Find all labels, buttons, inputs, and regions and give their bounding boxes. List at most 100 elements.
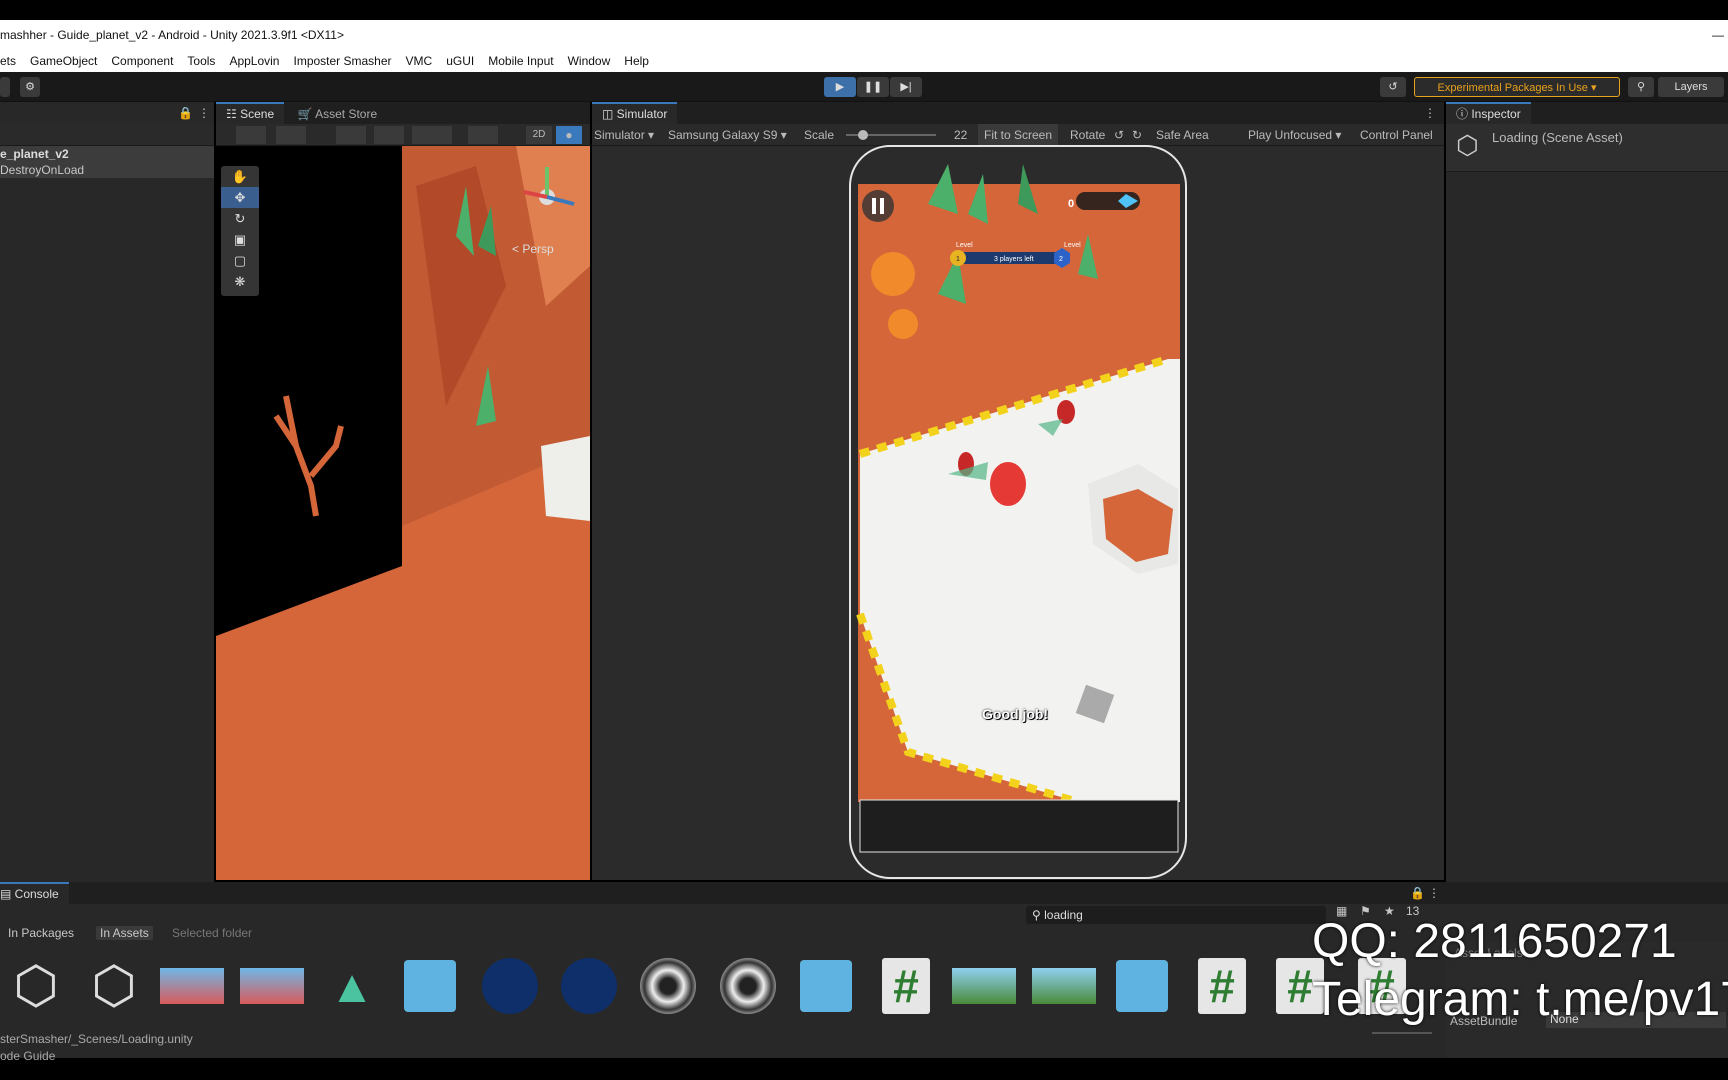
- filter-selected-folder[interactable]: Selected folder: [172, 926, 252, 940]
- transform-tool[interactable]: ❋: [221, 271, 259, 292]
- menu-component[interactable]: Component: [111, 50, 173, 72]
- draw-mode-dropdown[interactable]: [236, 126, 266, 144]
- pause-button[interactable]: ❚❚: [857, 77, 889, 97]
- lighting-icon[interactable]: ●: [556, 126, 582, 144]
- simulator-tabbar: ◫ Simulator ⋮: [592, 102, 1444, 124]
- menu-window[interactable]: Window: [568, 50, 611, 72]
- asset-path: sterSmasher/_Scenes/Loading.unity: [0, 1032, 193, 1046]
- device-screen[interactable]: [848, 144, 1188, 880]
- image-asset-thumb[interactable]: [952, 954, 1016, 1018]
- rotate-left-icon[interactable]: ↺: [1114, 124, 1124, 146]
- watermark-telegram: Telegram: t.me/pv17: [1312, 973, 1728, 1026]
- hierarchy-scene-item[interactable]: e_planet_v2: [0, 146, 214, 162]
- rotate-tool[interactable]: ↻: [221, 208, 259, 229]
- rotate-label: Rotate: [1070, 128, 1106, 142]
- lock-icon[interactable]: 🔒: [178, 102, 193, 124]
- fit-to-screen-button[interactable]: Fit to Screen: [978, 124, 1059, 146]
- minimize-icon[interactable]: —: [1712, 20, 1724, 50]
- safe-area-toggle[interactable]: Safe Area: [1156, 124, 1209, 146]
- animation-asset-thumb[interactable]: ▲: [320, 954, 384, 1018]
- menu-applovin[interactable]: AppLovin: [229, 50, 279, 72]
- tab-inspector[interactable]: ⓘ Inspector: [1446, 102, 1531, 124]
- prefab-cube-icon: [404, 960, 456, 1012]
- persp-label[interactable]: < Persp: [512, 242, 554, 256]
- kebab-menu-icon[interactable]: ⋮: [1424, 102, 1436, 124]
- simulator-panel: ◫ Simulator ⋮ Simulator ▾ Samsung Galaxy…: [592, 102, 1444, 880]
- pivot-button[interactable]: [412, 126, 452, 144]
- orientation-gizmo[interactable]: [512, 162, 582, 232]
- scale-tool[interactable]: ▣: [221, 229, 259, 250]
- rect-tool[interactable]: ▢: [221, 250, 259, 271]
- image-asset-thumb[interactable]: [240, 954, 304, 1018]
- tab-scene[interactable]: ☷ Scene: [216, 102, 285, 124]
- prefab-asset-thumb[interactable]: [794, 954, 858, 1018]
- kebab-menu-icon[interactable]: ⋮: [198, 102, 210, 124]
- hierarchy-dontdestroy-item[interactable]: DestroyOnLoad: [0, 162, 214, 178]
- search-input[interactable]: ⚲ loading: [1026, 906, 1326, 924]
- step-button[interactable]: ▶|: [890, 77, 922, 97]
- filter-in-assets[interactable]: In Assets: [96, 926, 153, 940]
- scene-tabbar: ☷ Scene 🛒 Asset Store: [216, 102, 590, 124]
- search-icon[interactable]: ⚲: [1628, 77, 1654, 97]
- scene-panel: ☷ Scene 🛒 Asset Store 2D ● ✋ ✥ ↻ ▣ ▢ ❋ <…: [216, 102, 590, 880]
- menu-tools[interactable]: Tools: [187, 50, 215, 72]
- tab-console[interactable]: ▤ Console: [0, 882, 69, 904]
- cloud-icon[interactable]: ⚙: [20, 77, 40, 97]
- level-number-left: 1: [956, 256, 960, 263]
- scale-label: Scale: [804, 128, 835, 142]
- control-panel-button[interactable]: Control Panel: [1360, 124, 1433, 146]
- inspector-panel: ⓘ Inspector ⬡ Loading (Scene Asset): [1446, 102, 1728, 882]
- rotate-right-icon[interactable]: ↻: [1132, 124, 1142, 146]
- swirl-asset-thumb[interactable]: [716, 954, 780, 1018]
- next-item-label: ode Guide: [0, 1049, 56, 1063]
- menu-mobile-input[interactable]: Mobile Input: [488, 50, 553, 72]
- play-button[interactable]: ▶: [824, 77, 856, 97]
- image-asset-thumb[interactable]: [160, 954, 224, 1018]
- gizmo-toggle[interactable]: [468, 126, 498, 144]
- hand-tool[interactable]: ✋: [221, 166, 259, 187]
- hierarchy-search-strip[interactable]: [0, 124, 214, 146]
- snap-increment-button[interactable]: [374, 126, 404, 144]
- layers-dropdown[interactable]: Layers: [1658, 77, 1724, 97]
- mode-2d-button[interactable]: 2D: [526, 126, 552, 144]
- tab-simulator[interactable]: ◫ Simulator: [592, 102, 678, 124]
- prefab-asset-thumb[interactable]: [1110, 954, 1174, 1018]
- tab-simulator-label: Simulator: [616, 107, 668, 121]
- console-tabbar: ▤ Console 🔒 ⋮: [0, 882, 1728, 904]
- material-asset-thumb[interactable]: [478, 954, 542, 1018]
- menu-ugui[interactable]: uGUI: [446, 50, 474, 72]
- filter-in-packages[interactable]: In Packages: [8, 926, 74, 940]
- menu-assets[interactable]: ets: [0, 50, 16, 72]
- image-asset-thumb[interactable]: [1032, 954, 1096, 1018]
- image-preview: [952, 968, 1016, 1004]
- menu-vmc[interactable]: VMC: [406, 50, 433, 72]
- thumbnail-size-slider[interactable]: [1372, 1032, 1432, 1034]
- simulator-mode-dropdown[interactable]: Simulator ▾: [594, 124, 654, 146]
- experimental-packages-button[interactable]: Experimental Packages In Use ▾: [1414, 77, 1620, 97]
- level-left-label: Level: [956, 242, 973, 249]
- menu-help[interactable]: Help: [624, 50, 649, 72]
- scale-slider-handle[interactable]: [858, 130, 868, 140]
- unity-asset-thumb[interactable]: ⬡: [82, 954, 146, 1018]
- play-unfocused-dropdown[interactable]: Play Unfocused ▾: [1248, 124, 1341, 146]
- csharp-script-icon: #: [882, 958, 930, 1014]
- menu-imposter-smasher[interactable]: Imposter Smasher: [293, 50, 391, 72]
- script-asset-thumb[interactable]: #: [1190, 954, 1254, 1018]
- shading-dropdown[interactable]: [276, 126, 306, 144]
- menu-gameobject[interactable]: GameObject: [30, 50, 97, 72]
- script-asset-thumb[interactable]: #: [874, 954, 938, 1018]
- unity-asset-thumb[interactable]: ⬡: [4, 954, 68, 1018]
- move-tool[interactable]: ✥: [221, 187, 259, 208]
- lock-icon[interactable]: 🔒: [1410, 882, 1425, 904]
- history-icon[interactable]: ↺: [1380, 77, 1406, 97]
- tab-asset-store[interactable]: 🛒 Asset Store: [287, 103, 387, 125]
- scene-name-label: e_planet_v2: [0, 147, 69, 161]
- grid-snap-button[interactable]: [336, 126, 366, 144]
- scene-viewport[interactable]: [216, 146, 590, 880]
- kebab-menu-icon[interactable]: ⋮: [1428, 882, 1440, 904]
- device-dropdown[interactable]: Samsung Galaxy S9 ▾: [668, 124, 787, 146]
- prefab-asset-thumb[interactable]: [398, 954, 462, 1018]
- material-asset-thumb[interactable]: [557, 954, 621, 1018]
- swirl-asset-thumb[interactable]: [636, 954, 700, 1018]
- account-button[interactable]: [0, 77, 10, 97]
